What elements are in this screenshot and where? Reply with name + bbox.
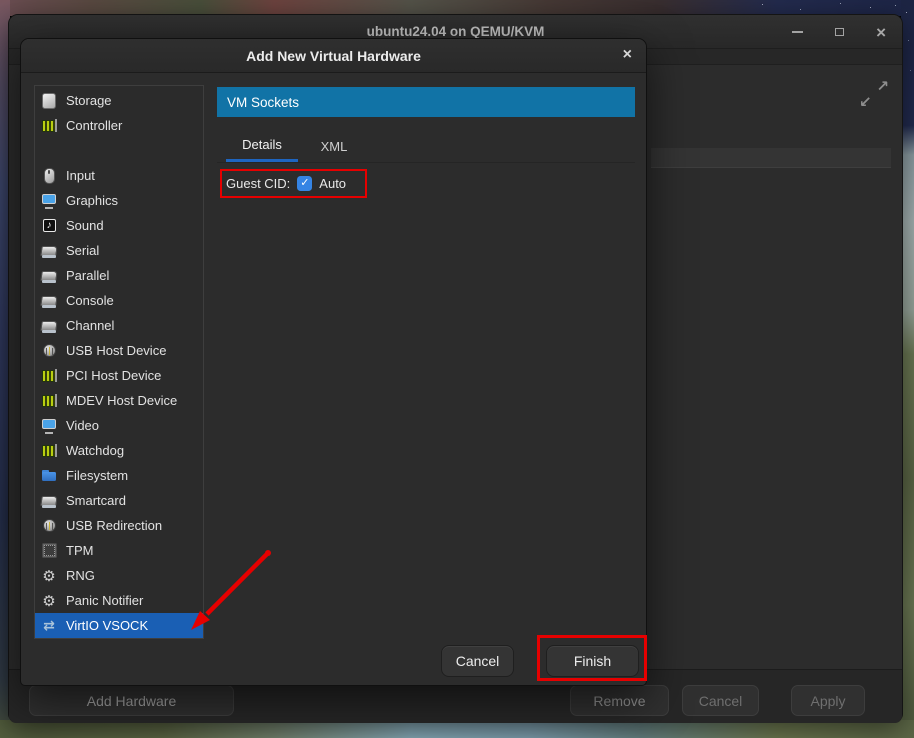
folder-icon (41, 468, 57, 484)
gear-icon: ⚙ (41, 593, 57, 609)
fullscreen-expand-icon[interactable]: ↗ ↙ (857, 77, 891, 111)
sidebar-item-watchdog[interactable]: Watchdog (35, 438, 203, 463)
minimize-icon[interactable] (792, 31, 803, 33)
dialog-title: Add New Virtual Hardware (246, 48, 421, 64)
apply-button[interactable]: Apply (791, 685, 865, 716)
maximize-icon[interactable] (835, 28, 844, 36)
sidebar-item-empty[interactable] (35, 138, 203, 163)
desktop: ubuntu24.04 on QEMU/KVM × ↗ ↙ Add Hardwa… (0, 0, 914, 738)
sidebar-item-filesystem[interactable]: Filesystem (35, 463, 203, 488)
arrow-ne-icon: ↗ (876, 77, 889, 95)
serial-icon (41, 493, 57, 509)
usb-icon (41, 343, 57, 359)
gear-icon: ⚙ (41, 568, 57, 584)
tab-xml-label: XML (321, 139, 348, 154)
card-icon (41, 118, 57, 134)
sidebar-item-usb-host-device[interactable]: USB Host Device (35, 338, 203, 363)
sidebar-item-graphics[interactable]: Graphics (35, 188, 203, 213)
serial-icon (41, 268, 57, 284)
window-title: ubuntu24.04 on QEMU/KVM (367, 24, 545, 39)
window-controls: × (792, 15, 886, 49)
tpm-icon (41, 543, 57, 559)
guest-cid-label: Guest CID: (226, 176, 290, 191)
sidebar-item-smartcard[interactable]: Smartcard (35, 488, 203, 513)
card-icon (41, 393, 57, 409)
sidebar-item-pci-host-device[interactable]: PCI Host Device (35, 363, 203, 388)
dialog-close-icon[interactable]: × (623, 46, 632, 64)
panel-header-label: VM Sockets (227, 95, 299, 110)
tab-bar: Details XML (217, 131, 635, 163)
sidebar-item-mdev-host-device[interactable]: MDEV Host Device (35, 388, 203, 413)
sidebar-item-panic-notifier[interactable]: ⚙ Panic Notifier (35, 588, 203, 613)
tab-details[interactable]: Details (226, 131, 298, 162)
card-icon (41, 368, 57, 384)
checkmark-icon: ✓ (300, 178, 309, 189)
remove-button[interactable]: Remove (570, 685, 669, 716)
dialog-titlebar[interactable]: Add New Virtual Hardware × (21, 39, 646, 73)
sidebar-item-serial[interactable]: Serial (35, 238, 203, 263)
serial-icon (41, 318, 57, 334)
tab-xml[interactable]: XML (306, 131, 362, 162)
sidebar-item-rng[interactable]: ⚙ RNG (35, 563, 203, 588)
wallpaper-stars (762, 4, 763, 5)
dialog-finish-button[interactable]: Finish (546, 645, 639, 677)
mouse-icon (41, 168, 57, 184)
sound-icon: ♪ (43, 219, 56, 232)
storage-icon (41, 93, 57, 109)
sidebar-item-controller[interactable]: Controller (35, 113, 203, 138)
dialog-cancel-button[interactable]: Cancel (441, 645, 514, 677)
close-icon[interactable]: × (876, 24, 886, 41)
auto-checkbox[interactable]: ✓ (297, 176, 312, 191)
sidebar-item-parallel[interactable]: Parallel (35, 263, 203, 288)
sidebar-item-storage[interactable]: Storage (35, 88, 203, 113)
usb-icon (41, 518, 57, 534)
auto-checkbox-label: Auto (319, 176, 346, 191)
sidebar-item-usb-redirection[interactable]: USB Redirection (35, 513, 203, 538)
window-cancel-button[interactable]: Cancel (682, 685, 759, 716)
guest-cid-row-annotated: Guest CID: ✓ Auto (220, 169, 367, 198)
display-icon (41, 193, 57, 209)
add-hardware-button[interactable]: Add Hardware (29, 685, 234, 716)
sidebar-item-console[interactable]: Console (35, 288, 203, 313)
sidebar-item-virtio-vsock[interactable]: ⇄ VirtIO VSOCK (35, 613, 203, 638)
sidebar-item-video[interactable]: Video (35, 413, 203, 438)
sidebar-item-channel[interactable]: Channel (35, 313, 203, 338)
display-icon (41, 418, 57, 434)
sidebar-item-sound[interactable]: ♪ Sound (35, 213, 203, 238)
add-hardware-dialog: Add New Virtual Hardware × Storage Contr… (20, 38, 647, 686)
sidebar-item-tpm[interactable]: TPM (35, 538, 203, 563)
arrow-sw-icon: ↙ (859, 93, 872, 111)
serial-icon (41, 243, 57, 259)
sidebar-item-input[interactable]: Input (35, 163, 203, 188)
hardware-type-list[interactable]: Storage Controller Input Graphics ♪ Soun… (34, 85, 204, 639)
vsock-icon: ⇄ (41, 618, 57, 634)
card-icon (41, 443, 57, 459)
details-panel-header-band (651, 148, 891, 168)
panel-header: VM Sockets (217, 87, 635, 117)
tab-details-label: Details (242, 137, 282, 152)
serial-icon (41, 293, 57, 309)
